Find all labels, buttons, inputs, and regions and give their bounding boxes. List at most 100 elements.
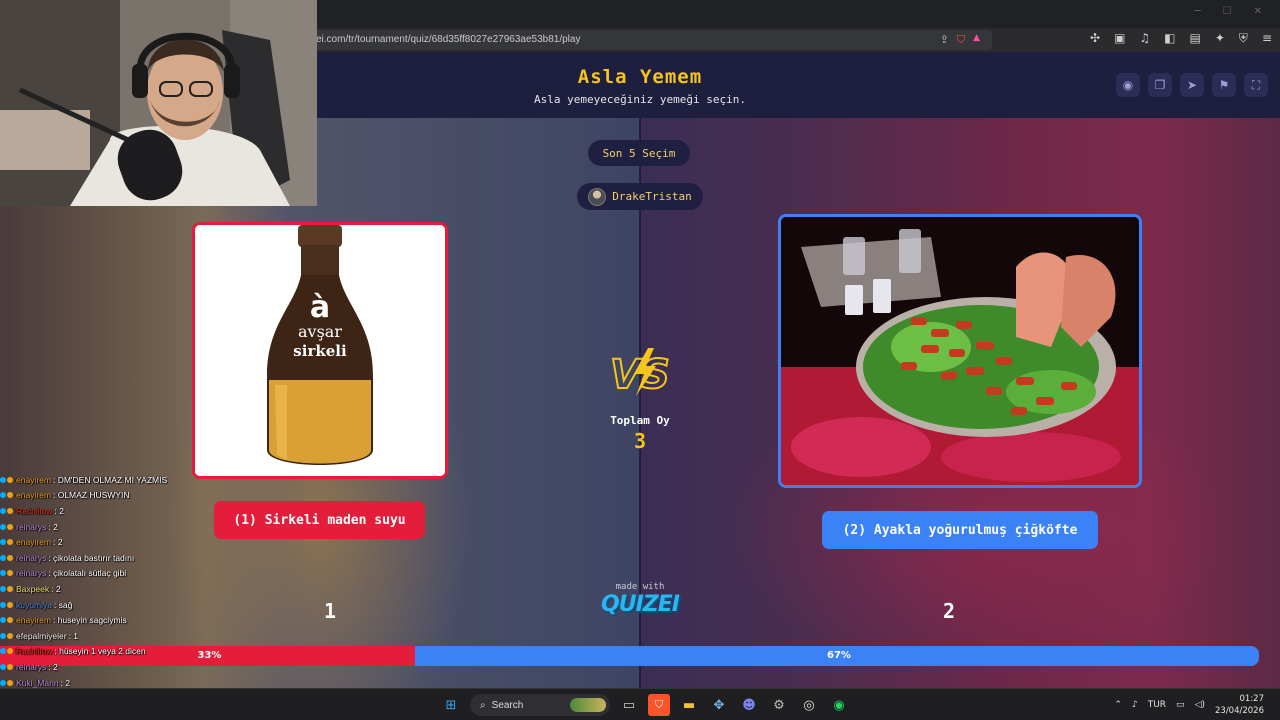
- brave-shield-icon[interactable]: ⛉: [957, 33, 965, 47]
- settings-icon[interactable]: ⚙: [768, 694, 790, 716]
- chat-username[interactable]: Baxpeek: [16, 584, 49, 594]
- screenshot-icon[interactable]: ▣: [1114, 31, 1125, 46]
- option-2-card[interactable]: [778, 214, 1142, 488]
- address-bar[interactable]: ei.com/tr/tournament/quiz/68d35ff8027e27…: [300, 30, 992, 50]
- chat-text: : 2: [51, 583, 61, 594]
- chat-text: : sağ: [53, 599, 73, 610]
- chat-message: enayirem: DM'DEN OLMAZ MI YAZMIS: [0, 472, 260, 488]
- fullscreen-icon[interactable]: ⛶: [1244, 73, 1268, 97]
- sidebar-icon[interactable]: ◧: [1164, 31, 1175, 46]
- chat-message: enayirem: 2: [0, 534, 260, 550]
- option-2-label: (2) Ayakla yoğurulmuş çiğköfte: [842, 522, 1078, 538]
- chat-text: : DM'DEN OLMAZ MI YAZMIS: [52, 474, 168, 485]
- chat-badge-icons: [0, 679, 16, 686]
- chat-badge-icons: [0, 648, 16, 655]
- bottle-brand-text: avşar: [298, 322, 342, 341]
- chat-username[interactable]: enayirem: [16, 537, 51, 547]
- chat-text: : 2: [54, 505, 64, 516]
- chat-badge-icons: [0, 601, 16, 608]
- chat-username[interactable]: Kuki_Mann: [16, 678, 59, 688]
- taskbar-search[interactable]: ⌕ Search: [470, 694, 610, 716]
- total-votes-label: Toplam Oy: [610, 414, 670, 427]
- chat-badge-icons: [0, 570, 16, 577]
- chat-username[interactable]: reinarys: [16, 662, 46, 672]
- share-icon[interactable]: ⇪: [940, 33, 949, 47]
- option-2-button[interactable]: (2) Ayakla yoğurulmuş çiğköfte: [822, 511, 1098, 549]
- send-icon[interactable]: ➤: [1180, 73, 1204, 97]
- chat-message: Rachillow: 2: [0, 503, 260, 519]
- taskbar-apps: ⊞ ⌕ Search ▭ ⛉ ▬ ✥ ☻ ⚙ ◎ ◉: [440, 694, 850, 716]
- extensions-icon[interactable]: ✣: [1090, 31, 1100, 46]
- task-view-icon[interactable]: ▭: [618, 694, 640, 716]
- chat-message: reinarys: çikolata bastırır tadını: [0, 550, 260, 566]
- vpn-icon[interactable]: ⛨: [1239, 31, 1248, 46]
- brave-browser-icon[interactable]: ⛉: [648, 694, 670, 716]
- header-actions: ◉ ❐ ➤ ⚑ ⛶: [1116, 73, 1268, 97]
- chat-message: reinarys: çikolatalı sütlaç gibi: [0, 566, 260, 582]
- chat-username[interactable]: enayirem: [16, 615, 51, 625]
- microphone-icon[interactable]: ♪: [1132, 700, 1138, 710]
- chat-username[interactable]: enayirem: [16, 490, 51, 500]
- chevron-up-icon[interactable]: ⌃: [1114, 700, 1122, 710]
- wallet-icon[interactable]: ▤: [1190, 31, 1201, 46]
- chat-message: reinarys: 2: [0, 519, 260, 535]
- obs-icon[interactable]: ◎: [798, 694, 820, 716]
- start-icon[interactable]: ⊞: [440, 694, 462, 716]
- chat-username[interactable]: reinarys: [16, 553, 46, 563]
- chat-text: : çikolatalı sütlaç gibi: [48, 568, 127, 579]
- minimize-icon[interactable]: ─: [1195, 6, 1201, 17]
- file-explorer-icon[interactable]: ▬: [678, 694, 700, 716]
- search-label: Search: [491, 699, 524, 711]
- option-2-number: 2: [942, 599, 956, 623]
- chat-username[interactable]: Rachillow: [16, 646, 52, 656]
- chat-message: reinarys: 2: [0, 659, 260, 675]
- chat-text: : çikolata bastırır tadını: [48, 552, 135, 563]
- username: DrakeTristan: [612, 190, 692, 203]
- chat-text: : hüseyin 1 veya 2 dicen: [54, 646, 146, 657]
- chat-badge-icons: [0, 554, 16, 561]
- user-badge[interactable]: DrakeTristan: [577, 183, 703, 210]
- chat-username[interactable]: reinarys: [16, 568, 46, 578]
- chat-badge-icons: [0, 507, 16, 514]
- spotify-icon[interactable]: ◉: [828, 694, 850, 716]
- chat-username[interactable]: enayirem: [16, 475, 51, 485]
- total-votes-value: 3: [633, 429, 647, 453]
- flag-icon[interactable]: ⚑: [1212, 73, 1236, 97]
- clock[interactable]: 01:27 23/04/2026: [1215, 693, 1264, 717]
- maximize-icon[interactable]: ☐: [1223, 6, 1232, 17]
- quizei-logo[interactable]: QUIZEI: [598, 592, 682, 622]
- language-indicator[interactable]: TUR: [1148, 700, 1166, 710]
- chat-text: : 2: [48, 521, 58, 532]
- made-with-text: made with: [615, 582, 665, 592]
- eye-icon[interactable]: ◉: [1116, 73, 1140, 97]
- webcam-overlay: [0, 0, 317, 206]
- leo-icon[interactable]: ✦: [1215, 31, 1225, 46]
- url-text[interactable]: ei.com/tr/tournament/quiz/68d35ff8027e27…: [316, 34, 580, 45]
- chat-text: : OLMAZ HUSWYIN: [52, 490, 130, 501]
- vpn-app-icon[interactable]: ✥: [708, 694, 730, 716]
- search-highlight-image: [570, 698, 606, 712]
- copy-icon[interactable]: ❐: [1148, 73, 1172, 97]
- network-icon[interactable]: ▭: [1176, 700, 1185, 710]
- chat-badge-icons: [0, 492, 16, 499]
- close-icon[interactable]: ✕: [1254, 6, 1262, 17]
- chat-text: : huseyin sagciymis: [52, 615, 127, 626]
- svg-text:VS: VS: [610, 352, 670, 398]
- last-five-choices-button[interactable]: Son 5 Seçim: [588, 140, 690, 166]
- menu-icon[interactable]: ≡: [1262, 31, 1272, 46]
- window-controls: ─ ☐ ✕: [1195, 6, 1262, 17]
- chat-username[interactable]: reinarys: [16, 522, 46, 532]
- chat-username[interactable]: kuyumlya: [16, 600, 52, 610]
- chat-text: : 1: [68, 630, 79, 641]
- chat-username[interactable]: Rachillow: [16, 506, 52, 516]
- chat-message: enayirem: huseyin sagciymis: [0, 612, 260, 628]
- volume-icon[interactable]: ◁): [1195, 700, 1205, 710]
- media-icon[interactable]: ♫: [1139, 31, 1150, 46]
- discord-icon[interactable]: ☻: [738, 694, 760, 716]
- option-1-card[interactable]: à avşar sirkeli: [192, 222, 448, 479]
- rewards-icon[interactable]: ▲: [973, 33, 980, 47]
- option-1-image: à avşar sirkeli: [195, 225, 445, 476]
- chat-username[interactable]: efepalmiyeler: [16, 631, 67, 641]
- search-icon: ⌕: [480, 699, 486, 711]
- chat-message: efepalmiyeler: 1: [0, 628, 260, 644]
